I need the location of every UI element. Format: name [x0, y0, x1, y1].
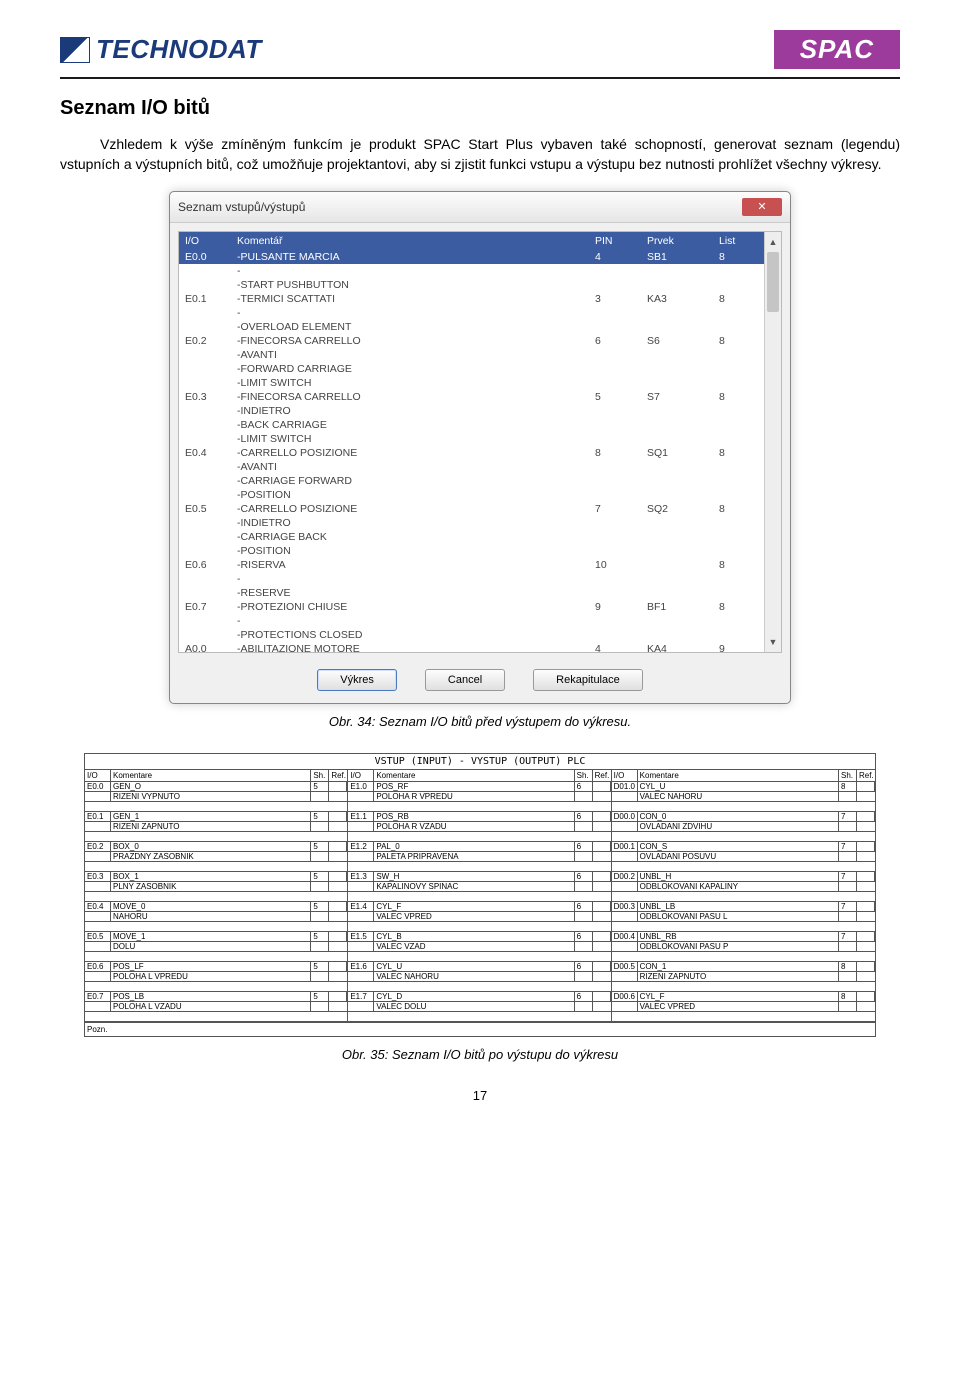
- scroll-up-icon[interactable]: ▲: [765, 234, 781, 250]
- table-row[interactable]: -INDIETRO: [179, 404, 765, 418]
- section-title: Seznam I/O bitů: [60, 97, 900, 120]
- plc-row: D01.0CYL_U8VALEC NAHORU: [612, 782, 875, 802]
- table-row[interactable]: -BACK CARRIAGE: [179, 418, 765, 432]
- logo-left-text: TECHNODAT: [96, 34, 262, 65]
- plc-row: E1.2PAL_06PALETA PRIPRAVENA: [348, 842, 610, 862]
- plc-column: I/OKomentareSh.Ref.D01.0CYL_U8VALEC NAHO…: [612, 770, 875, 1022]
- plc-column: I/OKomentareSh.Ref.E1.0POS_RF6POLOHA R V…: [348, 770, 611, 1022]
- plc-row: E1.0POS_RF6POLOHA R VPREDU: [348, 782, 610, 802]
- table-row[interactable]: A0.0-ABILITAZIONE MOTORE4KA49: [179, 642, 765, 653]
- plc-row: D00.4UNBL_RB7ODBLOKOVANI PASU P: [612, 932, 875, 952]
- col-list[interactable]: List: [713, 232, 765, 250]
- io-table: I/O Komentář PIN Prvek List E0.0-PULSANT…: [179, 232, 765, 653]
- plc-row: E1.5CYL_B6VALEC VZAD: [348, 932, 610, 952]
- caption-1: Obr. 34: Seznam I/O bitů před výstupem d…: [60, 714, 900, 729]
- io-dialog: Seznam vstupů/výstupů ✕ I/O Komentář PIN…: [169, 191, 791, 704]
- plc-row: E1.6CYL_U6VALEC NAHORU: [348, 962, 610, 982]
- dialog-titlebar[interactable]: Seznam vstupů/výstupů ✕: [170, 192, 790, 223]
- table-row[interactable]: -LIMIT SWITCH: [179, 376, 765, 390]
- plc-row: D00.2UNBL_H7ODBLOKOVANI KAPALINY: [612, 872, 875, 892]
- plc-row: E0.1GEN_15RIZENI ZAPNUTO: [85, 812, 347, 832]
- plc-row: D00.0CON_07OVLADANI ZDVIHU: [612, 812, 875, 832]
- plc-row: E1.1POS_RB6POLOHA R VZADU: [348, 812, 610, 832]
- scroll-thumb[interactable]: [767, 252, 779, 312]
- table-row[interactable]: -: [179, 264, 765, 278]
- table-row[interactable]: -AVANTI: [179, 348, 765, 362]
- table-row[interactable]: -INDIETRO: [179, 516, 765, 530]
- cancel-button[interactable]: Cancel: [425, 669, 505, 691]
- logo-left: TECHNODAT: [60, 34, 262, 65]
- logo-icon: [60, 37, 90, 63]
- page-number: 17: [60, 1088, 900, 1103]
- plc-table: VSTUP (INPUT) - VYSTUP (OUTPUT) PLC I/OK…: [84, 753, 876, 1037]
- plc-column: I/OKomentareSh.Ref.E0.0GEN_O5RIZENI VYPN…: [85, 770, 348, 1022]
- dialog-buttons: Výkres Cancel Rekapitulace: [170, 661, 790, 703]
- plc-row: E1.3SW_H6KAPALINOVY SPINAC: [348, 872, 610, 892]
- table-row[interactable]: -: [179, 306, 765, 320]
- table-row[interactable]: E0.0-PULSANTE MARCIA4SB18: [179, 250, 765, 264]
- rekap-button[interactable]: Rekapitulace: [533, 669, 643, 691]
- table-row[interactable]: -RESERVE: [179, 586, 765, 600]
- logo-right-text: SPAC: [800, 34, 874, 64]
- dialog-title: Seznam vstupů/výstupů: [178, 200, 305, 214]
- plc-row: E0.7POS_LB5POLOHA L VZADU: [85, 992, 347, 1012]
- plc-row: E1.4CYL_F6VALEC VPRED: [348, 902, 610, 922]
- plc-row: E0.6POS_LF5POLOHA L VPREDU: [85, 962, 347, 982]
- plc-row: D00.5CON_18RIZENI ZAPNUTO: [612, 962, 875, 982]
- scrollbar[interactable]: ▲ ▼: [764, 232, 781, 652]
- plc-row: D00.1CON_S7OVLADANI POSUVU: [612, 842, 875, 862]
- plc-row: D00.6CYL_F8VALEC VPRED: [612, 992, 875, 1012]
- table-row[interactable]: -POSITION: [179, 488, 765, 502]
- table-row[interactable]: -CARRIAGE BACK: [179, 530, 765, 544]
- vykres-button[interactable]: Výkres: [317, 669, 397, 691]
- table-row[interactable]: E0.5-CARRELLO POSIZIONE7SQ28: [179, 502, 765, 516]
- plc-footer: Pozn.: [85, 1022, 875, 1036]
- table-row[interactable]: -LIMIT SWITCH: [179, 432, 765, 446]
- table-row[interactable]: -START PUSHBUTTON: [179, 278, 765, 292]
- col-pin[interactable]: PIN: [589, 232, 641, 250]
- col-io[interactable]: I/O: [179, 232, 231, 250]
- plc-title: VSTUP (INPUT) - VYSTUP (OUTPUT) PLC: [85, 754, 875, 770]
- caption-2: Obr. 35: Seznam I/O bitů po výstupu do v…: [60, 1047, 900, 1062]
- col-prvek[interactable]: Prvek: [641, 232, 713, 250]
- table-row[interactable]: -FORWARD CARRIAGE: [179, 362, 765, 376]
- plc-row: E0.2BOX_05PRAZDNY ZASOBNIK: [85, 842, 347, 862]
- page-header: TECHNODAT SPAC: [60, 30, 900, 69]
- table-row[interactable]: -: [179, 572, 765, 586]
- table-row[interactable]: -: [179, 614, 765, 628]
- table-row[interactable]: E0.6-RISERVA108: [179, 558, 765, 572]
- plc-row: E0.0GEN_O5RIZENI VYPNUTO: [85, 782, 347, 802]
- plc-row: E0.4MOVE_05NAHORU: [85, 902, 347, 922]
- header-rule: [60, 77, 900, 79]
- dialog-body: I/O Komentář PIN Prvek List E0.0-PULSANT…: [178, 231, 782, 653]
- table-row[interactable]: E0.2-FINECORSA CARRELLO6S68: [179, 334, 765, 348]
- table-row[interactable]: -POSITION: [179, 544, 765, 558]
- plc-row: E1.7CYL_D6VALEC DOLU: [348, 992, 610, 1012]
- logo-right: SPAC: [774, 30, 900, 69]
- table-row[interactable]: -OVERLOAD ELEMENT: [179, 320, 765, 334]
- scroll-down-icon[interactable]: ▼: [765, 634, 781, 650]
- table-row[interactable]: E0.7-PROTEZIONI CHIUSE9BF18: [179, 600, 765, 614]
- table-row[interactable]: E0.4-CARRELLO POSIZIONE8SQ18: [179, 446, 765, 460]
- table-row[interactable]: -AVANTI: [179, 460, 765, 474]
- close-icon[interactable]: ✕: [742, 198, 782, 216]
- plc-row: E0.3BOX_15PLNY ZASOBNIK: [85, 872, 347, 892]
- table-row[interactable]: E0.1-TERMICI SCATTATI3KA38: [179, 292, 765, 306]
- col-comment[interactable]: Komentář: [231, 232, 589, 250]
- section-paragraph: Vzhledem k výše zmíněným funkcím je prod…: [60, 134, 900, 175]
- table-row[interactable]: E0.3-FINECORSA CARRELLO5S78: [179, 390, 765, 404]
- table-row[interactable]: -PROTECTIONS CLOSED: [179, 628, 765, 642]
- plc-row: E0.5MOVE_15DOLU: [85, 932, 347, 952]
- table-row[interactable]: -CARRIAGE FORWARD: [179, 474, 765, 488]
- plc-row: D00.3UNBL_LB7ODBLOKOVANI PASU L: [612, 902, 875, 922]
